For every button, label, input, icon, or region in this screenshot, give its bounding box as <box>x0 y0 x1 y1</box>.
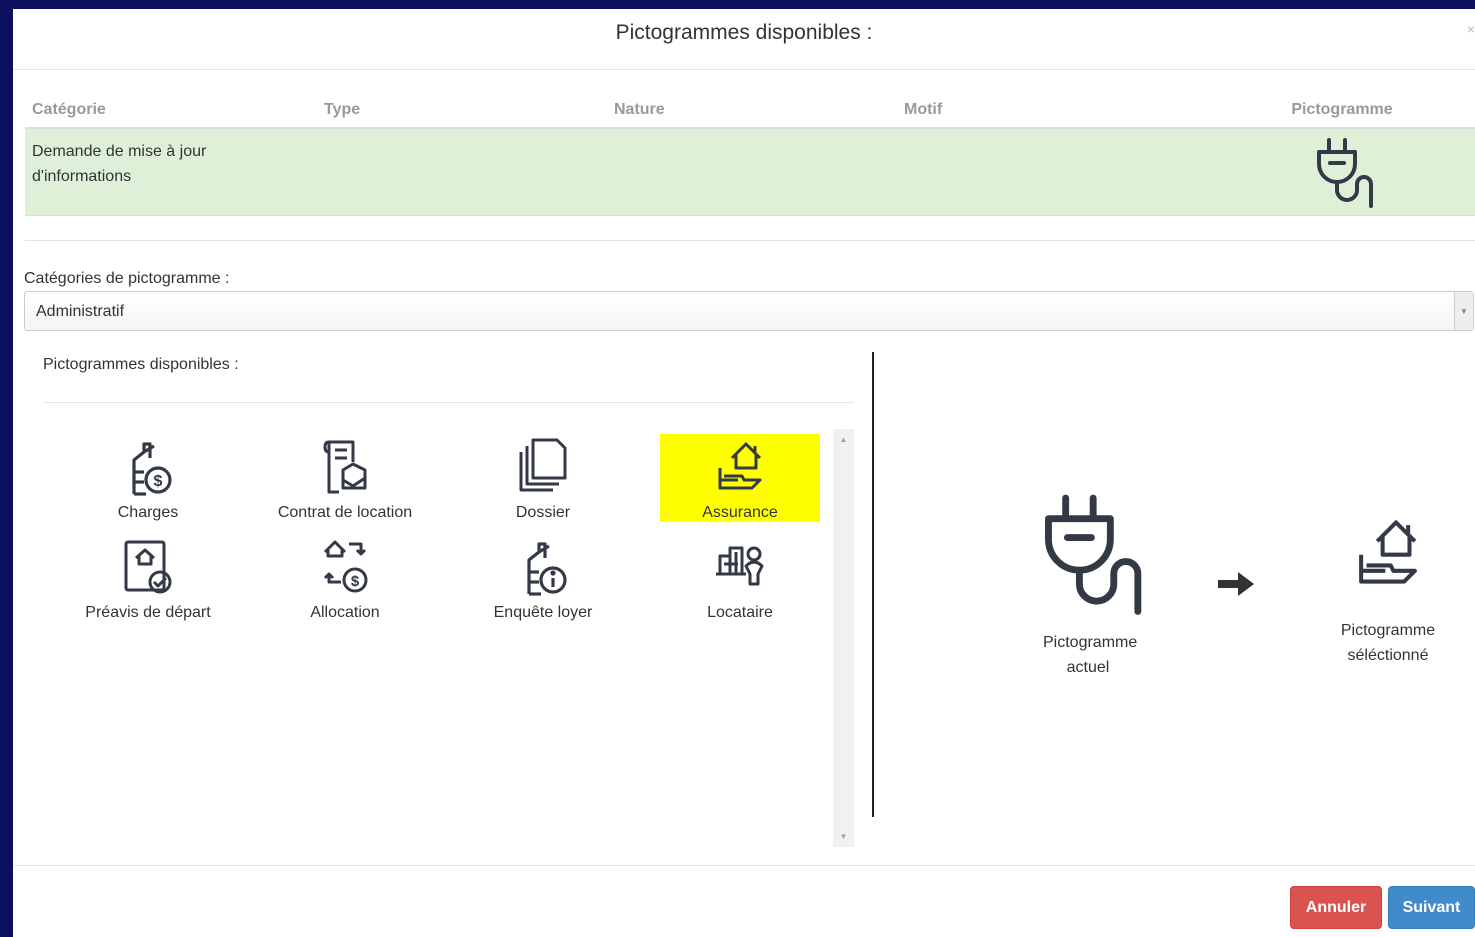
cell-type <box>255 129 609 215</box>
next-button[interactable]: Suivant <box>1388 886 1475 929</box>
cell-motif <box>898 129 1210 215</box>
header-type: Type <box>324 101 361 118</box>
header-nature: Nature <box>614 101 665 118</box>
contract-icon <box>323 440 367 494</box>
cell-pictogramme <box>1209 129 1475 215</box>
charges-icon: $ <box>132 442 172 496</box>
cell-nature <box>608 129 898 215</box>
pictogram-scrollbar[interactable]: ▲ ▼ <box>833 429 854 847</box>
insurance-icon <box>1359 520 1417 584</box>
pictogram-tile-preavis[interactable]: Préavis de départ <box>68 534 228 622</box>
cancel-button[interactable]: Annuler <box>1290 886 1382 929</box>
tenant-icon <box>716 546 764 586</box>
plug-icon <box>1317 138 1374 208</box>
close-icon[interactable]: × <box>1467 21 1475 37</box>
pictogram-label: Contrat de location <box>277 504 413 521</box>
pictogram-tile-dossier[interactable]: Dossier <box>463 434 623 522</box>
survey-icon <box>527 542 567 596</box>
svg-text:$: $ <box>154 473 163 490</box>
pictogram-modal: Pictogrammes disponibles : × Catégorie T… <box>13 9 1475 937</box>
vertical-divider <box>872 352 874 817</box>
divider <box>43 402 854 403</box>
category-select[interactable]: Administratif ▼ <box>24 291 1474 331</box>
pictogram-label: Locataire <box>707 604 773 621</box>
insurance-icon <box>718 442 762 490</box>
available-pictograms-label: Pictogrammes disponibles : <box>43 356 239 373</box>
category-select-value: Administratif <box>36 303 125 320</box>
pictogram-tile-locataire[interactable]: Locataire <box>660 534 820 622</box>
divider <box>25 240 1475 241</box>
folder-icon <box>519 438 567 492</box>
header-categorie: Catégorie <box>32 101 106 118</box>
modal-header: Pictogrammes disponibles : × <box>13 9 1475 70</box>
pictogram-tile-assurance[interactable]: Assurance <box>660 434 820 522</box>
cell-categorie: Demande de mise à jour d'informations <box>32 143 207 185</box>
header-pictogramme: Pictogramme <box>1291 101 1393 118</box>
table-header: Catégorie Type Nature Motif Pictogramme <box>25 93 1475 129</box>
pictogram-label: Assurance <box>702 504 778 521</box>
svg-text:$: $ <box>351 573 360 590</box>
pictogram-label: Préavis de départ <box>85 604 211 621</box>
footer-divider <box>13 865 1475 866</box>
modal-title: Pictogrammes disponibles : <box>615 21 873 44</box>
pictogram-tile-contrat[interactable]: Contrat de location <box>265 434 425 522</box>
selected-pictogram-preview: Pictogramme séléctionné <box>1323 509 1453 668</box>
allocation-icon: $ <box>323 540 368 593</box>
selection-table: Catégorie Type Nature Motif Pictogramme … <box>25 93 1475 216</box>
scroll-down-icon[interactable]: ▼ <box>833 832 854 841</box>
current-pictogram-label: Pictogramme actuel <box>1043 634 1138 676</box>
pictogram-tile-enquete[interactable]: Enquête loyer <box>463 534 623 622</box>
notice-icon <box>124 540 172 594</box>
pictogram-label: Allocation <box>310 604 380 621</box>
current-pictogram-preview: Pictogramme actuel <box>1023 489 1153 680</box>
pictogram-tile-charges[interactable]: $ Charges <box>68 434 228 522</box>
selected-pictogram-label: Pictogramme séléctionné <box>1340 622 1436 664</box>
scroll-up-icon[interactable]: ▲ <box>833 435 854 444</box>
arrow-right-icon <box>1218 572 1254 596</box>
plug-icon <box>1045 494 1142 615</box>
pictogram-label: Enquête loyer <box>493 604 593 621</box>
category-select-label: Catégories de pictogramme : <box>24 270 230 287</box>
table-row[interactable]: Demande de mise à jour d'informations <box>25 129 1475 216</box>
pictogram-label: Dossier <box>515 504 571 521</box>
pictogram-tile-allocation[interactable]: $ Allocation <box>265 534 425 622</box>
header-motif: Motif <box>904 101 943 118</box>
pictogram-label: Charges <box>117 504 179 521</box>
chevron-down-icon[interactable]: ▼ <box>1454 292 1473 330</box>
